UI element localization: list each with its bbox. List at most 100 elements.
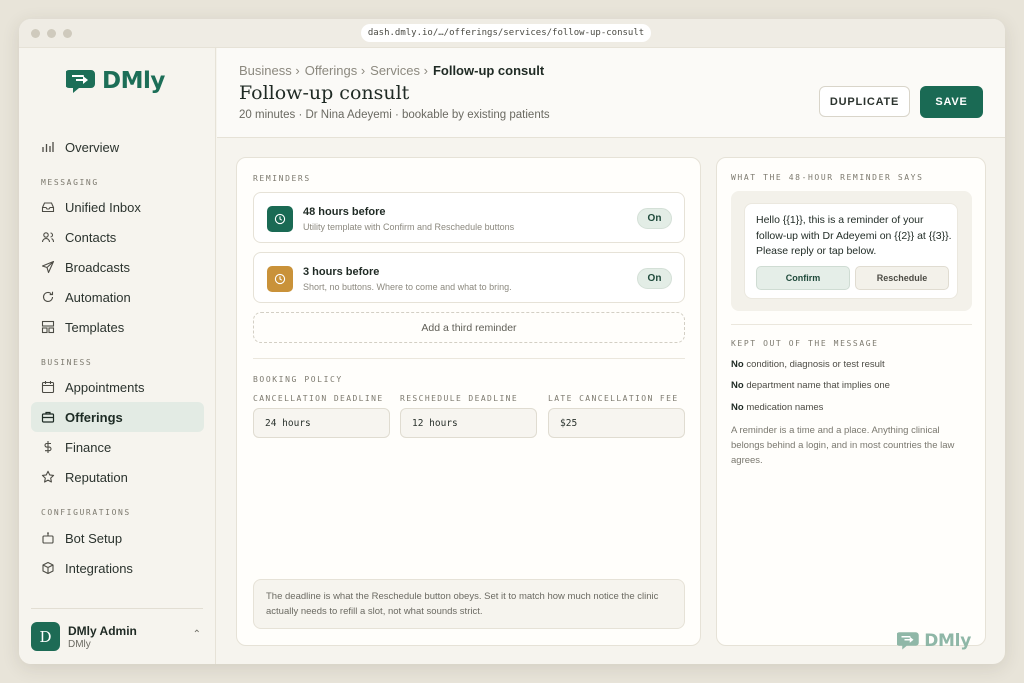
- maximize-dot[interactable]: [63, 29, 72, 38]
- late-cancellation-fee-field[interactable]: $25: [548, 408, 685, 438]
- user-name: DMly Admin: [68, 623, 137, 638]
- deadline-note: The deadline is what the Reschedule butt…: [253, 579, 685, 629]
- sidebar-item-broadcasts[interactable]: Broadcasts: [31, 252, 204, 282]
- chevron-up-down-icon[interactable]: ⌃: [193, 629, 201, 640]
- sidebar-item-offerings[interactable]: Offerings: [31, 402, 204, 432]
- dmly-logo-icon: [66, 70, 95, 93]
- message-preview: Hello {{1}}, this is a reminder of your …: [731, 191, 972, 311]
- reminders-section-label: REMINDERS: [253, 174, 311, 183]
- rule-prefix: No: [731, 402, 744, 413]
- reminder-3h[interactable]: 3 hours before Short, no buttons. Where …: [253, 252, 685, 303]
- reminder-48h[interactable]: 48 hours before Utility template with Co…: [253, 192, 685, 243]
- sidebar-item-label: Integrations: [65, 560, 133, 576]
- breadcrumb-business[interactable]: Business ›: [239, 63, 300, 78]
- rule-item: No condition, diagnosis or test result: [731, 359, 885, 370]
- briefcase-icon: [41, 410, 55, 424]
- dmly-watermark-icon: [897, 632, 919, 650]
- cancellation-deadline-field[interactable]: 24 hours: [253, 408, 390, 438]
- preview-card: WHAT THE 48-HOUR REMINDER SAYS Hello {{1…: [716, 157, 986, 646]
- reminder-title: 3 hours before: [303, 266, 380, 278]
- reminder-title: 48 hours before: [303, 206, 386, 218]
- inbox-icon: [41, 200, 55, 214]
- close-dot[interactable]: [31, 29, 40, 38]
- dollar-icon: [41, 440, 55, 454]
- bot-icon: [41, 531, 55, 545]
- breadcrumb-services[interactable]: Services ›: [370, 63, 428, 78]
- sidebar-item-overview[interactable]: Overview: [31, 132, 204, 162]
- sidebar-item-label: Automation: [65, 289, 131, 305]
- clock-icon: [267, 266, 293, 292]
- calendar-icon: [41, 380, 55, 394]
- message-text: Hello {{1}}, this is a reminder of your …: [756, 214, 952, 257]
- rule-prefix: No: [731, 380, 744, 391]
- sidebar-item-unified-inbox[interactable]: Unified Inbox: [31, 192, 204, 222]
- breadcrumb-offerings[interactable]: Offerings ›: [305, 63, 365, 78]
- breadcrumb: Business › Offerings › Services › Follow…: [239, 63, 544, 78]
- section-label-configurations: CONFIGURATIONS: [41, 508, 131, 517]
- minimize-dot[interactable]: [47, 29, 56, 38]
- reminder-description: Utility template with Confirm and Resche…: [303, 222, 515, 232]
- add-reminder-button[interactable]: Add a third reminder: [253, 312, 685, 343]
- sidebar: DMly Overview MESSAGING Unified Inbox Co…: [19, 48, 216, 664]
- reminder-toggle[interactable]: On: [637, 208, 672, 229]
- duplicate-button[interactable]: DUPLICATE: [819, 86, 910, 117]
- kept-out-label: KEPT OUT OF THE MESSAGE: [731, 339, 879, 348]
- reschedule-deadline-field[interactable]: 12 hours: [400, 408, 537, 438]
- clock-icon: [267, 206, 293, 232]
- avatar: D: [31, 622, 60, 651]
- sidebar-item-reputation[interactable]: Reputation: [31, 462, 204, 492]
- rule-item: No department name that implies one: [731, 380, 890, 391]
- star-icon: [41, 470, 55, 484]
- rule-text: condition, diagnosis or test result: [746, 359, 885, 370]
- sidebar-item-contacts[interactable]: Contacts: [31, 222, 204, 252]
- sidebar-item-label: Contacts: [65, 229, 117, 245]
- window-controls: [31, 29, 72, 38]
- page-title: Follow-up consult: [239, 82, 410, 104]
- sidebar-item-label: Finance: [65, 439, 112, 455]
- rule-text: medication names: [746, 402, 824, 413]
- divider: [731, 324, 972, 325]
- divider: [253, 358, 685, 359]
- sidebar-item-automation[interactable]: Automation: [31, 282, 204, 312]
- page-header: Business › Offerings › Services › Follow…: [217, 48, 1005, 138]
- late-cancellation-fee-label: LATE CANCELLATION FEE: [548, 394, 679, 403]
- preview-section-label: WHAT THE 48-HOUR REMINDER SAYS: [731, 173, 924, 182]
- brand-logo[interactable]: DMly: [66, 67, 165, 95]
- sidebar-item-finance[interactable]: Finance: [31, 432, 204, 462]
- sidebar-item-bot-setup[interactable]: Bot Setup: [31, 523, 204, 553]
- user-org: DMly: [68, 638, 91, 650]
- reschedule-button[interactable]: Reschedule: [855, 266, 949, 290]
- refresh-icon: [41, 290, 55, 304]
- send-icon: [41, 260, 55, 274]
- brand-name: DMly: [102, 68, 165, 94]
- rule-item: No medication names: [731, 402, 823, 413]
- user-menu[interactable]: D DMly Admin DMly ⌃: [31, 608, 203, 664]
- save-button[interactable]: SAVE: [920, 86, 983, 118]
- users-icon: [41, 230, 55, 244]
- sidebar-item-label: Broadcasts: [65, 259, 131, 275]
- section-label-messaging: MESSAGING: [41, 178, 99, 187]
- browser-window: dash.dmly.io/…/offerings/services/follow…: [19, 19, 1005, 664]
- booking-policy-label: BOOKING POLICY: [253, 375, 343, 384]
- reminder-description: Short, no buttons. Where to come and wha…: [303, 282, 512, 292]
- page-subtitle: 20 minutes · Dr Nina Adeyemi · bookable …: [239, 109, 550, 121]
- browser-titlebar: dash.dmly.io/…/offerings/services/follow…: [19, 19, 1005, 48]
- explanation-text: A reminder is a time and a place. Anythi…: [731, 425, 955, 466]
- sidebar-item-integrations[interactable]: Integrations: [31, 553, 204, 583]
- rule-prefix: No: [731, 359, 744, 370]
- url-bar[interactable]: dash.dmly.io/…/offerings/services/follow…: [361, 24, 651, 42]
- layout-icon: [41, 320, 55, 334]
- sidebar-item-label: Bot Setup: [65, 530, 123, 546]
- rule-text: department name that implies one: [746, 380, 890, 391]
- watermark-text: DMly: [924, 630, 971, 651]
- section-label-business: BUSINESS: [41, 358, 93, 367]
- sidebar-item-appointments[interactable]: Appointments: [31, 372, 204, 402]
- reminders-card: REMINDERS 48 hours before Utility templa…: [236, 157, 701, 646]
- sidebar-item-label: Overview: [65, 139, 120, 155]
- reminder-toggle[interactable]: On: [637, 268, 672, 289]
- watermark-logo: DMly: [897, 630, 971, 651]
- sidebar-item-templates[interactable]: Templates: [31, 312, 204, 342]
- confirm-button[interactable]: Confirm: [756, 266, 850, 290]
- sidebar-item-label: Templates: [65, 319, 125, 335]
- sidebar-item-label: Unified Inbox: [65, 199, 141, 215]
